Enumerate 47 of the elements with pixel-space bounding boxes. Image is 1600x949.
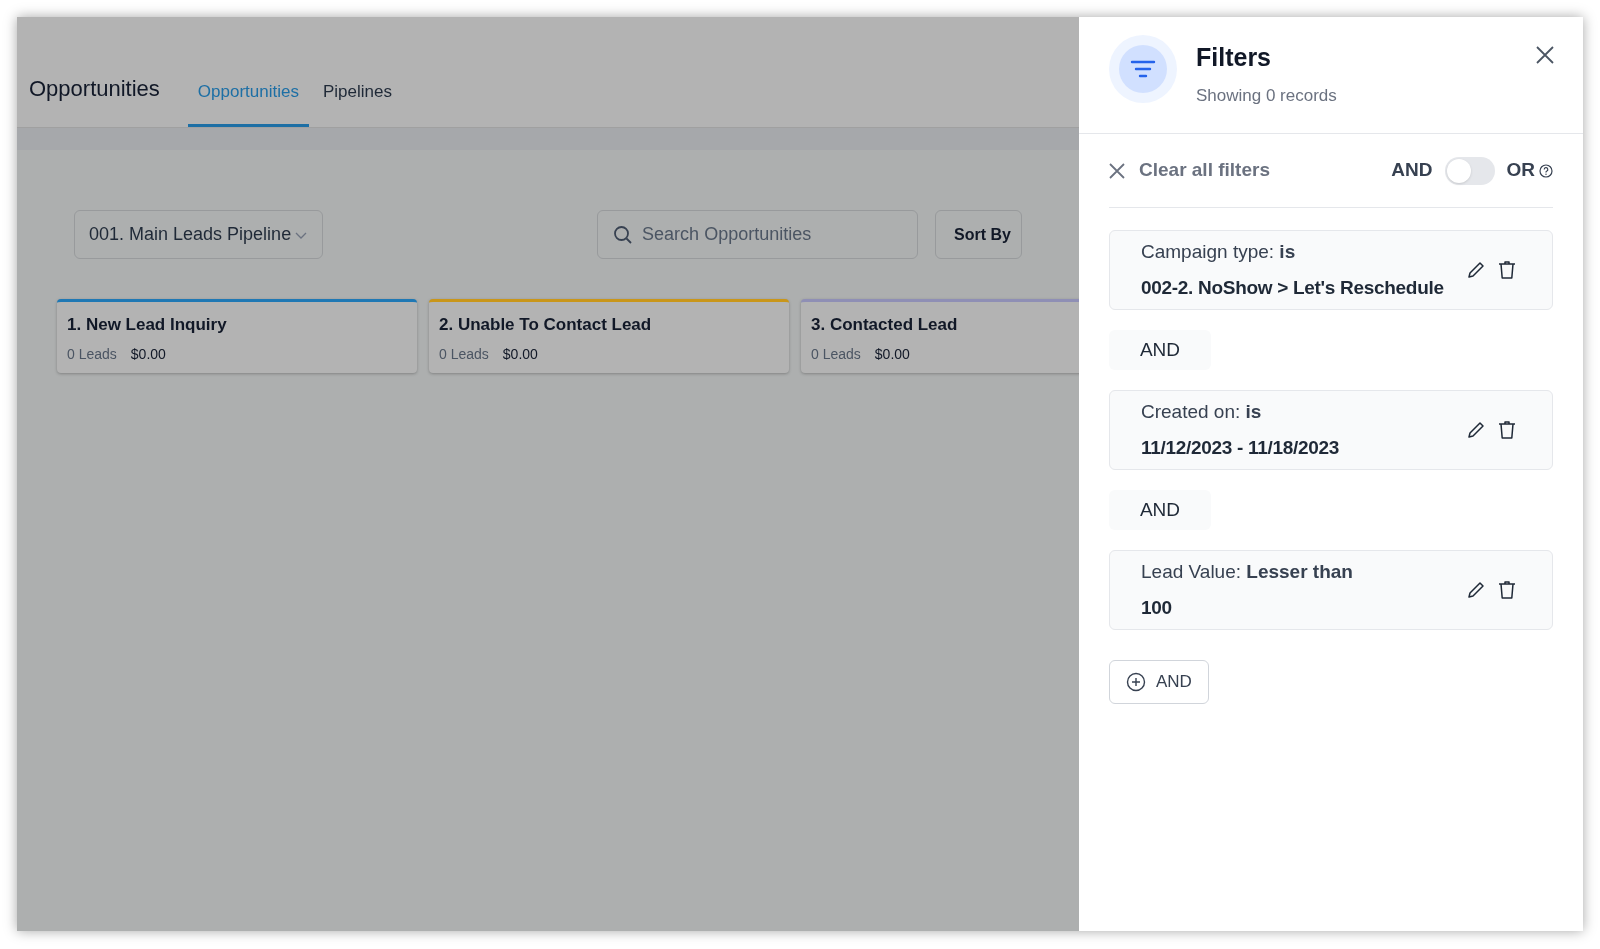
edit-button[interactable] xyxy=(1466,580,1486,600)
sort-button[interactable]: Sort By xyxy=(935,210,1022,259)
pipeline-select[interactable]: 001. Main Leads Pipeline xyxy=(74,210,324,259)
stage-name: 1. New Lead Inquiry xyxy=(67,314,228,336)
delete-button[interactable] xyxy=(1498,260,1516,280)
filter-condition: Campaign type: is xyxy=(1141,239,1297,264)
trash-icon xyxy=(1498,580,1516,600)
close-icon xyxy=(1109,162,1125,179)
clear-all-filters-button[interactable]: Clear all filters xyxy=(1109,156,1270,185)
logic-joiner: AND xyxy=(1109,490,1211,530)
lead-count: 0 Leads xyxy=(811,344,861,364)
records-count: Showing 0 records xyxy=(1196,84,1337,107)
search-field[interactable]: Search Opportunities xyxy=(597,210,919,259)
stage-amount: $0.00 xyxy=(130,344,166,364)
logic-toggle[interactable] xyxy=(1444,156,1495,185)
delete-button[interactable] xyxy=(1498,420,1516,440)
stage-name: 3. Contacted Lead xyxy=(811,314,959,336)
pencil-icon xyxy=(1466,580,1486,600)
add-condition-button[interactable]: AND xyxy=(1109,660,1209,704)
stage-amount: $0.00 xyxy=(502,344,538,364)
stage-name: 2. Unable To Contact Lead xyxy=(439,314,653,336)
filter-value: 100 xyxy=(1141,596,1173,620)
filter-value: 002-2. NoShow > Let's Reschedule xyxy=(1141,276,1445,300)
pencil-icon xyxy=(1466,420,1486,440)
filter-value: 11/12/2023 - 11/18/2023 xyxy=(1141,436,1341,460)
logic-label: OR xyxy=(1506,158,1535,183)
filter-icon xyxy=(1130,59,1156,79)
filter-condition: Lead Value: Lesser than xyxy=(1141,559,1354,584)
trash-icon xyxy=(1498,260,1516,280)
search-icon xyxy=(613,225,634,245)
stage-amount: $0.00 xyxy=(874,344,910,364)
logic-joiner: AND xyxy=(1109,330,1211,370)
delete-button[interactable] xyxy=(1498,580,1516,600)
page-title: Opportunities xyxy=(29,75,160,103)
close-icon xyxy=(1535,45,1555,65)
help-icon xyxy=(1539,163,1553,178)
logic-label: AND xyxy=(1391,158,1433,183)
tab[interactable]: Pipelines xyxy=(313,78,402,127)
lead-count: 0 Leads xyxy=(67,344,117,364)
plus-circle-icon xyxy=(1126,672,1146,692)
lead-count: 0 Leads xyxy=(439,344,489,364)
edit-button[interactable] xyxy=(1466,420,1486,440)
panel-title: Filters xyxy=(1196,42,1273,73)
trash-icon xyxy=(1498,420,1516,440)
filter-condition: Created on: is xyxy=(1141,399,1263,424)
pencil-icon xyxy=(1466,260,1486,280)
edit-button[interactable] xyxy=(1466,260,1486,280)
